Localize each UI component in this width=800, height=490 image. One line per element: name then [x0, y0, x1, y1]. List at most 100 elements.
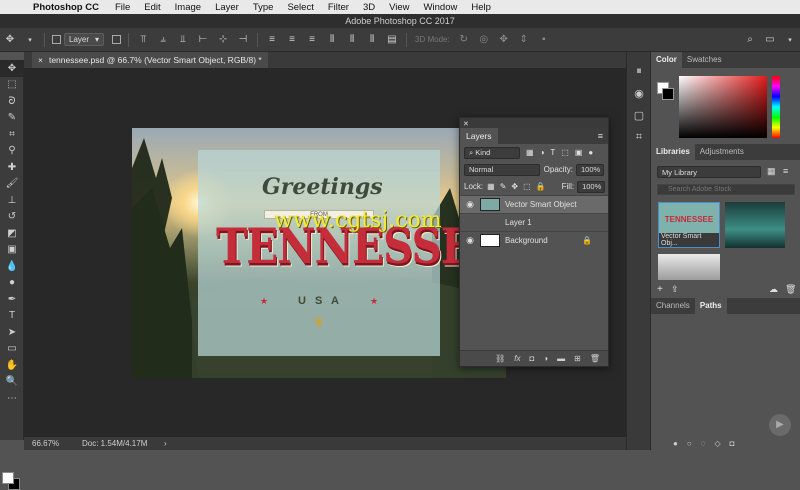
gradient-tool-icon[interactable]: ▣ [0, 242, 24, 259]
filter-kind-select[interactable]: ⌕ Kind [464, 146, 520, 159]
artboard-panel-icon[interactable]: ⌗ [627, 126, 651, 148]
dodge-tool-icon[interactable]: ● [0, 275, 24, 292]
link-layers-icon[interactable]: ⛓ [495, 354, 505, 363]
trash-icon[interactable]: 🗑 [785, 284, 796, 295]
properties-panel-icon[interactable]: ◉ [627, 82, 651, 104]
3d-scale-icon[interactable]: ▪ [537, 32, 551, 48]
new-group-icon[interactable]: ▬ [557, 354, 565, 363]
upload-icon[interactable]: ⇪ [671, 284, 679, 295]
workspace-icon[interactable]: ▭ [763, 32, 777, 48]
blur-tool-icon[interactable]: 💧 [0, 258, 24, 275]
filter-smart-icon[interactable]: ▣ [575, 148, 583, 157]
layers-panel-header[interactable]: ✕ [460, 118, 608, 128]
make-work-path-icon[interactable]: ◇ [714, 439, 720, 448]
list-view-icon[interactable]: ≡ [783, 166, 788, 176]
hand-tool-icon[interactable]: ✋ [0, 357, 24, 374]
type-tool-icon[interactable]: T [0, 308, 24, 325]
filter-toggle-icon[interactable]: ● [588, 148, 593, 157]
rectangle-tool-icon[interactable]: ▭ [0, 341, 24, 358]
layer-row-background[interactable]: ◉ Background 🔒 [460, 231, 608, 249]
document-close-icon[interactable]: × [38, 52, 43, 68]
lock-artboard-icon[interactable]: ⬚ [523, 182, 531, 191]
align-top-icon[interactable]: ⫪ [136, 32, 150, 48]
library-asset-pattern[interactable] [725, 202, 785, 248]
foreground-color-swatch[interactable] [2, 472, 14, 484]
auto-select-checkbox[interactable] [52, 35, 61, 44]
library-asset-tennessee[interactable]: TENNESSEE Vector Smart Obj... [658, 202, 720, 248]
auto-align-icon[interactable]: ▤ [385, 32, 399, 48]
marquee-tool-icon[interactable]: ⬚ [0, 77, 24, 94]
crop-tool-icon[interactable]: ⌗ [0, 126, 24, 143]
history-panel-icon[interactable]: ⏸ [627, 60, 651, 82]
load-selection-icon[interactable]: ◌ [701, 439, 706, 448]
lock-position-icon[interactable]: ✥ [511, 182, 518, 191]
3d-roll-icon[interactable]: ◎ [477, 32, 491, 48]
menu-file[interactable]: File [108, 2, 137, 13]
panel-menu-icon[interactable]: ≡ [593, 131, 608, 144]
add-asset-icon[interactable]: + [657, 284, 663, 295]
stock-search-input[interactable]: Search Adobe Stock [657, 184, 795, 195]
zoom-level[interactable]: 66.67% [24, 439, 82, 448]
adjustment-layer-icon[interactable]: ◑ [543, 354, 548, 363]
align-bottom-icon[interactable]: ⫫ [176, 32, 190, 48]
clone-stamp-tool-icon[interactable]: ⊥ [0, 192, 24, 209]
filter-type-icon[interactable]: T [550, 148, 555, 157]
grid-view-icon[interactable]: ▦ [767, 166, 776, 177]
tab-color[interactable]: Color [651, 52, 682, 68]
distribute-vcenter-icon[interactable]: ≡ [285, 32, 299, 48]
lasso-tool-icon[interactable]: ᘐ [0, 93, 24, 110]
tab-swatches[interactable]: Swatches [682, 52, 727, 68]
adjustments-panel-icon[interactable]: ▢ [627, 104, 651, 126]
layer-style-fx-icon[interactable]: fx [514, 354, 520, 363]
menu-3d[interactable]: 3D [356, 2, 382, 13]
opacity-field[interactable]: 100% [576, 163, 604, 176]
3d-slide-icon[interactable]: ⇕ [517, 32, 531, 48]
layer-row-layer-1[interactable]: Layer 1 [460, 213, 608, 231]
menu-layer[interactable]: Layer [208, 2, 246, 13]
layer-row-vector-smart-object[interactable]: ◉ Vector Smart Object [460, 195, 608, 213]
fill-path-icon[interactable]: ● [673, 439, 678, 448]
show-transform-checkbox[interactable] [112, 35, 122, 44]
brush-tool-icon[interactable]: 🖌 [0, 176, 24, 193]
library-asset-photo[interactable] [658, 254, 720, 280]
tab-channels[interactable]: Channels [651, 298, 695, 314]
distribute-right-icon[interactable]: ⦀ [365, 32, 379, 48]
menu-type[interactable]: Type [246, 2, 281, 13]
3d-rotate-icon[interactable]: ↻ [457, 32, 471, 48]
move-tool-icon[interactable]: ✥ [3, 32, 17, 48]
eraser-tool-icon[interactable]: ◩ [0, 225, 24, 242]
fill-field[interactable]: 100% [577, 180, 606, 193]
menu-view[interactable]: View [382, 2, 416, 13]
tool-preset-dropdown[interactable]: ▾ [23, 32, 37, 48]
cc-sync-icon[interactable]: ☁ [769, 284, 778, 295]
history-brush-tool-icon[interactable]: ↺ [0, 209, 24, 226]
filter-adjustment-icon[interactable]: ◑ [540, 148, 545, 157]
distribute-left-icon[interactable]: ⦀ [325, 32, 339, 48]
hue-slider[interactable] [772, 76, 780, 138]
healing-brush-tool-icon[interactable]: ✚ [0, 159, 24, 176]
align-right-icon[interactable]: ⊣ [236, 32, 250, 48]
auto-select-target-select[interactable]: Layer ▾ [64, 33, 105, 46]
bg-color-chip[interactable] [662, 88, 674, 100]
menu-window[interactable]: Window [417, 2, 465, 13]
menu-help[interactable]: Help [464, 2, 498, 13]
distribute-hcenter-icon[interactable]: ⦀ [345, 32, 359, 48]
zoom-tool-icon[interactable]: 🔍 [0, 374, 24, 391]
more-tools-icon[interactable]: ⋯ [0, 390, 24, 407]
eyedropper-tool-icon[interactable]: ⚲ [0, 143, 24, 160]
lock-pixels-icon[interactable]: ✎ [500, 182, 507, 191]
status-menu-arrow[interactable]: › [164, 439, 167, 448]
add-mask-icon[interactable]: ◘ [529, 354, 534, 363]
delete-layer-icon[interactable]: 🗑 [590, 354, 600, 363]
color-field[interactable] [679, 76, 767, 138]
stroke-path-icon[interactable]: ○ [687, 439, 692, 448]
lock-all-icon[interactable]: 🔒 [536, 182, 546, 191]
layer-name[interactable]: Vector Smart Object [505, 200, 577, 209]
menu-filter[interactable]: Filter [321, 2, 356, 13]
postcard-overlay[interactable]: Greetings FROM TENNESSEE ★ U S A ★ ❦ [198, 150, 504, 356]
tab-paths[interactable]: Paths [694, 298, 727, 314]
align-hcenter-icon[interactable]: ⊹ [216, 32, 230, 48]
lock-transparent-icon[interactable]: ▦ [487, 182, 495, 191]
align-vcenter-icon[interactable]: ⫨ [156, 32, 170, 48]
visibility-eye-icon[interactable]: ◉ [460, 235, 480, 246]
